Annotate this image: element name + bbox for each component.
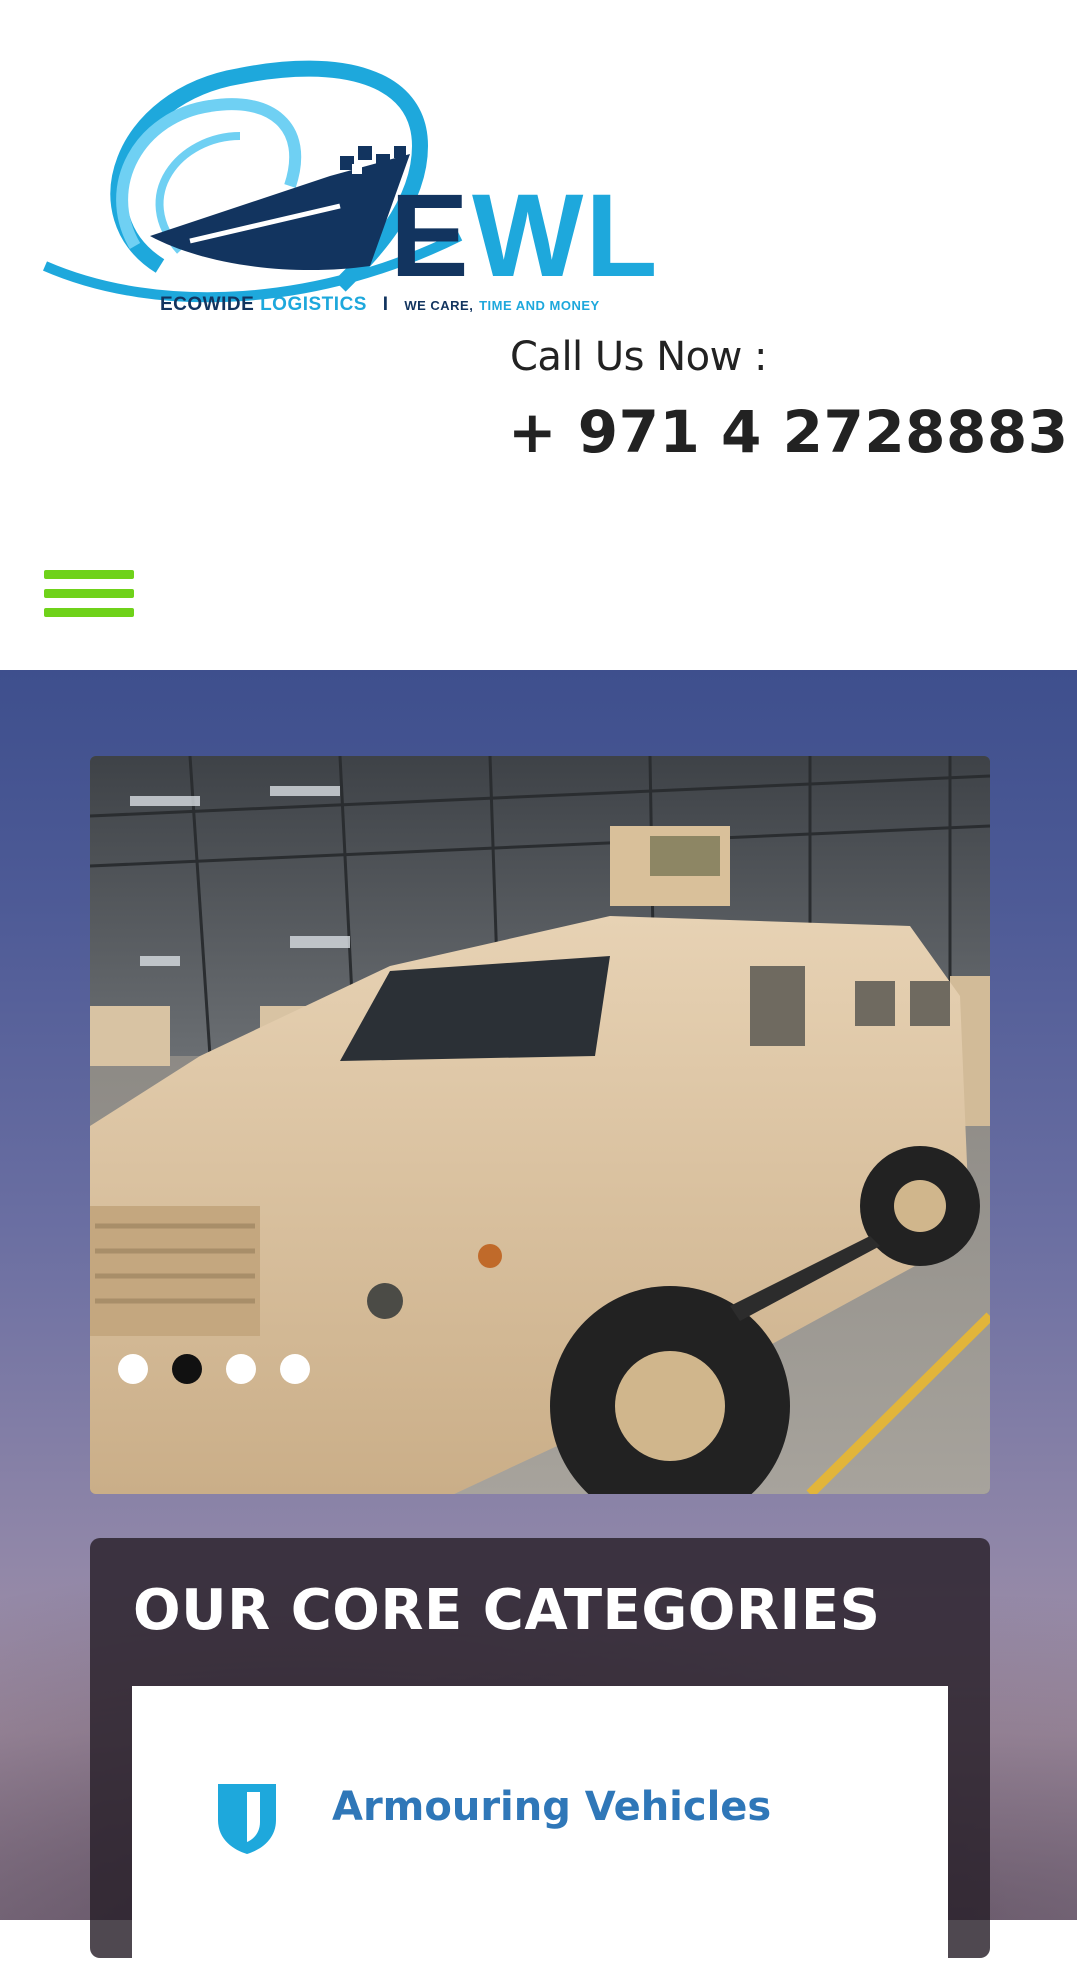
phone-number[interactable]: + 971 4 2728883 [508, 398, 1069, 466]
logo-graphic: E WL [43, 60, 659, 303]
logo-company-part2: LOGISTICS [260, 294, 367, 315]
category-card[interactable]: Armouring Vehicles [132, 1686, 948, 1986]
svg-text:E: E [390, 170, 471, 302]
logo-tagline-part1: WE CARE, [404, 298, 474, 313]
hamburger-bar [44, 589, 134, 598]
hamburger-bar [44, 608, 134, 617]
slider-dots [118, 1354, 310, 1384]
slider-dot-3[interactable] [226, 1354, 256, 1384]
logo-caption: ECOWIDE LOGISTICS I WE CARE, TIME AND MO… [160, 294, 600, 316]
svg-text:WL: WL [472, 170, 659, 302]
slider-dot-4[interactable] [280, 1354, 310, 1384]
call-us-label: Call Us Now : [510, 334, 768, 380]
image-slider[interactable] [90, 756, 990, 1494]
logo-separator: I [382, 294, 389, 315]
slider-dot-1[interactable] [118, 1354, 148, 1384]
logo-company-part1: ECOWIDE [160, 294, 255, 315]
slider-dot-2[interactable] [172, 1354, 202, 1384]
hamburger-icon[interactable] [44, 570, 134, 626]
hamburger-bar [44, 570, 134, 579]
shield-icon [218, 1784, 276, 1854]
section-title: OUR CORE CATEGORIES [133, 1578, 881, 1643]
core-categories-panel: OUR CORE CATEGORIES Armouring Vehicles [90, 1538, 990, 1986]
site-header: E WL ECOWIDE LOGISTICS I WE CARE, TIME A… [0, 0, 1080, 670]
logo-tagline-part2: TIME AND MONEY [479, 298, 600, 313]
category-link-armouring-vehicles[interactable]: Armouring Vehicles [332, 1784, 771, 1830]
ewl-logo[interactable]: E WL ECOWIDE LOGISTICS I WE CARE, TIME A… [40, 36, 660, 326]
